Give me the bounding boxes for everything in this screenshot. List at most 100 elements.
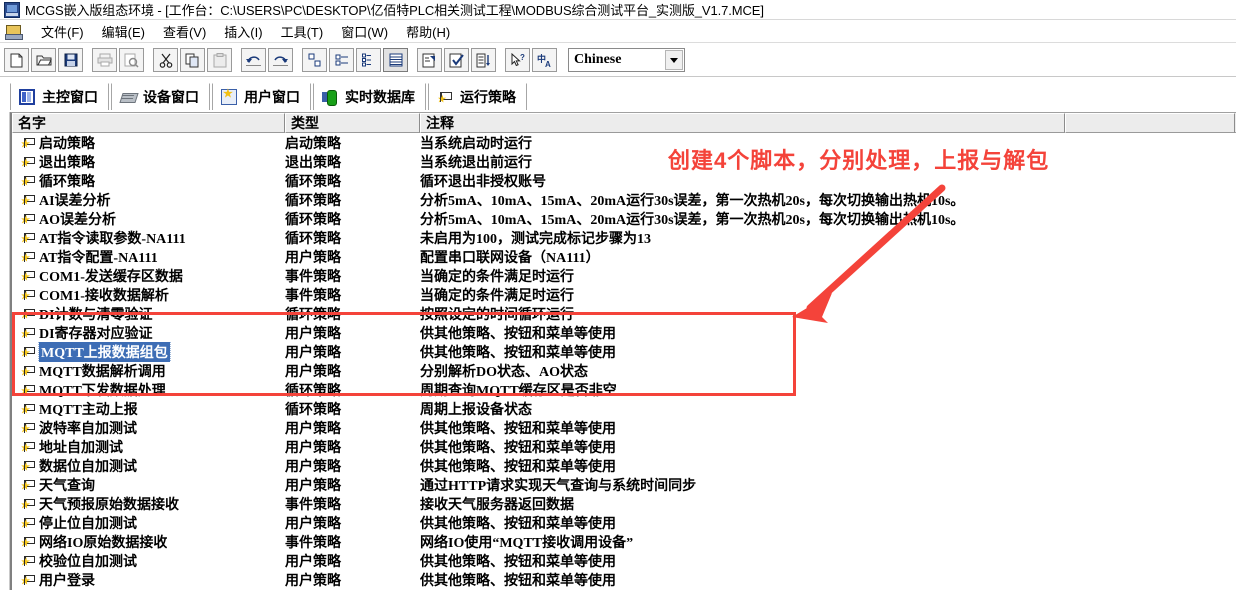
table-row[interactable]: ★DI计数与清零验证循环策略按照设定的时间循环运行	[12, 304, 1236, 323]
menu-help[interactable]: 帮助(H)	[397, 21, 459, 42]
row-note-cell: 分别解析DO状态、AO状态	[420, 361, 1236, 381]
table-row[interactable]: ★校验位自加测试用户策略供其他策略、按钮和菜单等使用	[12, 551, 1236, 570]
row-name-cell[interactable]: ★AT指令配置-NA111	[12, 247, 285, 267]
table-row[interactable]: ★DI寄存器对应验证用户策略供其他策略、按钮和菜单等使用	[12, 323, 1236, 342]
row-name-cell[interactable]: ★停止位自加测试	[12, 513, 285, 533]
undo-button[interactable]	[241, 48, 266, 72]
new-file-button[interactable]	[4, 48, 29, 72]
row-name-cell[interactable]: ★网络IO原始数据接收	[12, 532, 285, 552]
table-row[interactable]: ★启动策略启动策略当系统启动时运行	[12, 133, 1236, 152]
paste-button[interactable]	[207, 48, 232, 72]
table-row[interactable]: ★COM1-发送缓存区数据事件策略当确定的条件满足时运行	[12, 266, 1236, 285]
row-name-cell[interactable]: ★AI误差分析	[12, 190, 285, 210]
row-type-cell: 用户策略	[285, 361, 420, 381]
table-row[interactable]: ★数据位自加测试用户策略供其他策略、按钮和菜单等使用	[12, 456, 1236, 475]
row-name-cell[interactable]: ★退出策略	[12, 152, 285, 172]
row-name-cell[interactable]: ★启动策略	[12, 133, 285, 153]
table-row[interactable]: ★天气查询用户策略通过HTTP请求实现天气查询与系统时间同步	[12, 475, 1236, 494]
row-name-cell[interactable]: ★COM1-接收数据解析	[12, 285, 285, 305]
cut-button[interactable]	[153, 48, 178, 72]
row-name-cell[interactable]: ★自加测试调用	[12, 589, 285, 591]
row-name-cell[interactable]: ★循环策略	[12, 171, 285, 191]
table-row[interactable]: ★AI误差分析循环策略分析5mA、10mA、15mA、20mA运行30s误差，第…	[12, 190, 1236, 209]
row-name-cell[interactable]: ★MQTT下发数据处理	[12, 380, 285, 400]
table-row[interactable]: ★用户登录用户策略供其他策略、按钮和菜单等使用	[12, 570, 1236, 589]
table-row[interactable]: ★MQTT下发数据处理循环策略周期查询MQTT缓存区是否非空	[12, 380, 1236, 399]
copy-button[interactable]	[180, 48, 205, 72]
sort-button[interactable]	[471, 48, 496, 72]
row-name-cell[interactable]: ★地址自加测试	[12, 437, 285, 457]
row-name-cell[interactable]: ★数据位自加测试	[12, 456, 285, 476]
small-icons-button[interactable]	[329, 48, 354, 72]
table-row[interactable]: ★AT指令配置-NA111用户策略配置串口联网设备（NA111）	[12, 247, 1236, 266]
table-row[interactable]: ★停止位自加测试用户策略供其他策略、按钮和菜单等使用	[12, 513, 1236, 532]
language-button[interactable]: 中A	[532, 48, 557, 72]
row-name-cell[interactable]: ★MQTT数据解析调用	[12, 361, 285, 381]
menu-view[interactable]: 查看(V)	[154, 21, 215, 42]
detail-view-button[interactable]	[383, 48, 408, 72]
tab-run-strategy[interactable]: ★ 运行策略	[428, 83, 527, 110]
properties-button[interactable]	[417, 48, 442, 72]
redo-button[interactable]	[268, 48, 293, 72]
strategy-list-view[interactable]: 名字 类型 注释 ★启动策略启动策略当系统启动时运行★退出策略退出策略当系统退出…	[10, 112, 1236, 590]
column-header-note[interactable]: 注释	[420, 113, 1065, 133]
table-row[interactable]: ★退出策略退出策略当系统退出前运行	[12, 152, 1236, 171]
table-row[interactable]: ★天气预报原始数据接收事件策略接收天气服务器返回数据	[12, 494, 1236, 513]
table-row[interactable]: ★MQTT主动上报循环策略周期上报设备状态	[12, 399, 1236, 418]
row-type-cell: 循环策略	[285, 209, 420, 229]
table-row[interactable]: ★波特率自加测试用户策略供其他策略、按钮和菜单等使用	[12, 418, 1236, 437]
print-preview-button[interactable]	[119, 48, 144, 72]
row-name-cell[interactable]: ★DI寄存器对应验证	[12, 323, 285, 343]
tab-device-window[interactable]: 设备窗口	[111, 83, 210, 110]
row-type-cell: 用户策略	[285, 475, 420, 495]
column-header-extra[interactable]	[1065, 113, 1235, 133]
strategy-icon: ★	[21, 345, 35, 359]
column-header-type[interactable]: 类型	[285, 113, 420, 133]
large-icons-button[interactable]	[302, 48, 327, 72]
row-name-cell[interactable]: ★ MQTT上报数据组包	[12, 342, 285, 362]
table-row[interactable]: ★地址自加测试用户策略供其他策略、按钮和菜单等使用	[12, 437, 1236, 456]
row-name-cell[interactable]: ★DI计数与清零验证	[12, 304, 285, 324]
tab-main-window-label: 主控窗口	[42, 87, 98, 107]
menu-file[interactable]: 文件(F)	[32, 21, 93, 42]
table-row[interactable]: ★网络IO原始数据接收事件策略网络IO使用“MQTT接收调用设备”	[12, 532, 1236, 551]
tab-main-window[interactable]: 主控窗口	[10, 83, 109, 110]
tab-realtime-database[interactable]: 实时数据库	[313, 83, 426, 110]
tab-user-window[interactable]: 用户窗口	[212, 83, 311, 110]
row-name-cell[interactable]: ★COM1-发送缓存区数据	[12, 266, 285, 286]
language-combo[interactable]: Chinese	[568, 48, 685, 72]
chevron-down-icon[interactable]	[665, 50, 683, 70]
row-name: 退出策略	[39, 152, 95, 172]
row-name-selected: MQTT上报数据组包	[39, 342, 170, 362]
table-row[interactable]: ★MQTT上报数据组包用户策略供其他策略、按钮和菜单等使用	[12, 342, 1236, 361]
menu-edit[interactable]: 编辑(E)	[93, 21, 154, 42]
row-name-cell[interactable]: ★AT指令读取参数-NA111	[12, 228, 285, 248]
row-name-cell[interactable]: ★用户登录	[12, 570, 285, 590]
print-button[interactable]	[92, 48, 117, 72]
menu-insert[interactable]: 插入(I)	[215, 21, 271, 42]
table-row[interactable]: ★MQTT数据解析调用用户策略分别解析DO状态、AO状态	[12, 361, 1236, 380]
workspace-tabs: 主控窗口 设备窗口 用户窗口 实时数据库 ★ 运行策略	[0, 78, 1236, 110]
row-name-cell[interactable]: ★波特率自加测试	[12, 418, 285, 438]
context-help-button[interactable]: ?	[505, 48, 530, 72]
check-button[interactable]	[444, 48, 469, 72]
open-file-button[interactable]	[31, 48, 56, 72]
column-header-name[interactable]: 名字	[12, 113, 285, 133]
table-row[interactable]: ★循环策略循环策略循环退出非授权账号	[12, 171, 1236, 190]
menu-window[interactable]: 窗口(W)	[332, 21, 397, 42]
row-name-cell[interactable]: ★AO误差分析	[12, 209, 285, 229]
row-name-cell[interactable]: ★校验位自加测试	[12, 551, 285, 571]
row-name-cell[interactable]: ★天气查询	[12, 475, 285, 495]
row-name: 网络IO原始数据接收	[39, 532, 167, 552]
save-file-button[interactable]	[58, 48, 83, 72]
menu-tools[interactable]: 工具(T)	[272, 21, 333, 42]
table-row[interactable]: ★AO误差分析循环策略分析5mA、10mA、15mA、20mA运行30s误差，第…	[12, 209, 1236, 228]
row-name: AT指令读取参数-NA111	[39, 228, 186, 248]
row-name-cell[interactable]: ★MQTT主动上报	[12, 399, 285, 419]
tab-realtime-database-label: 实时数据库	[345, 87, 415, 107]
table-row[interactable]: ★自加测试调用循环策略调用地址自加进行循环测试	[12, 589, 1236, 590]
list-view-button[interactable]	[356, 48, 381, 72]
row-name-cell[interactable]: ★天气预报原始数据接收	[12, 494, 285, 514]
table-row[interactable]: ★AT指令读取参数-NA111循环策略未启用为100，测试完成标记步骤为13	[12, 228, 1236, 247]
table-row[interactable]: ★COM1-接收数据解析事件策略当确定的条件满足时运行	[12, 285, 1236, 304]
